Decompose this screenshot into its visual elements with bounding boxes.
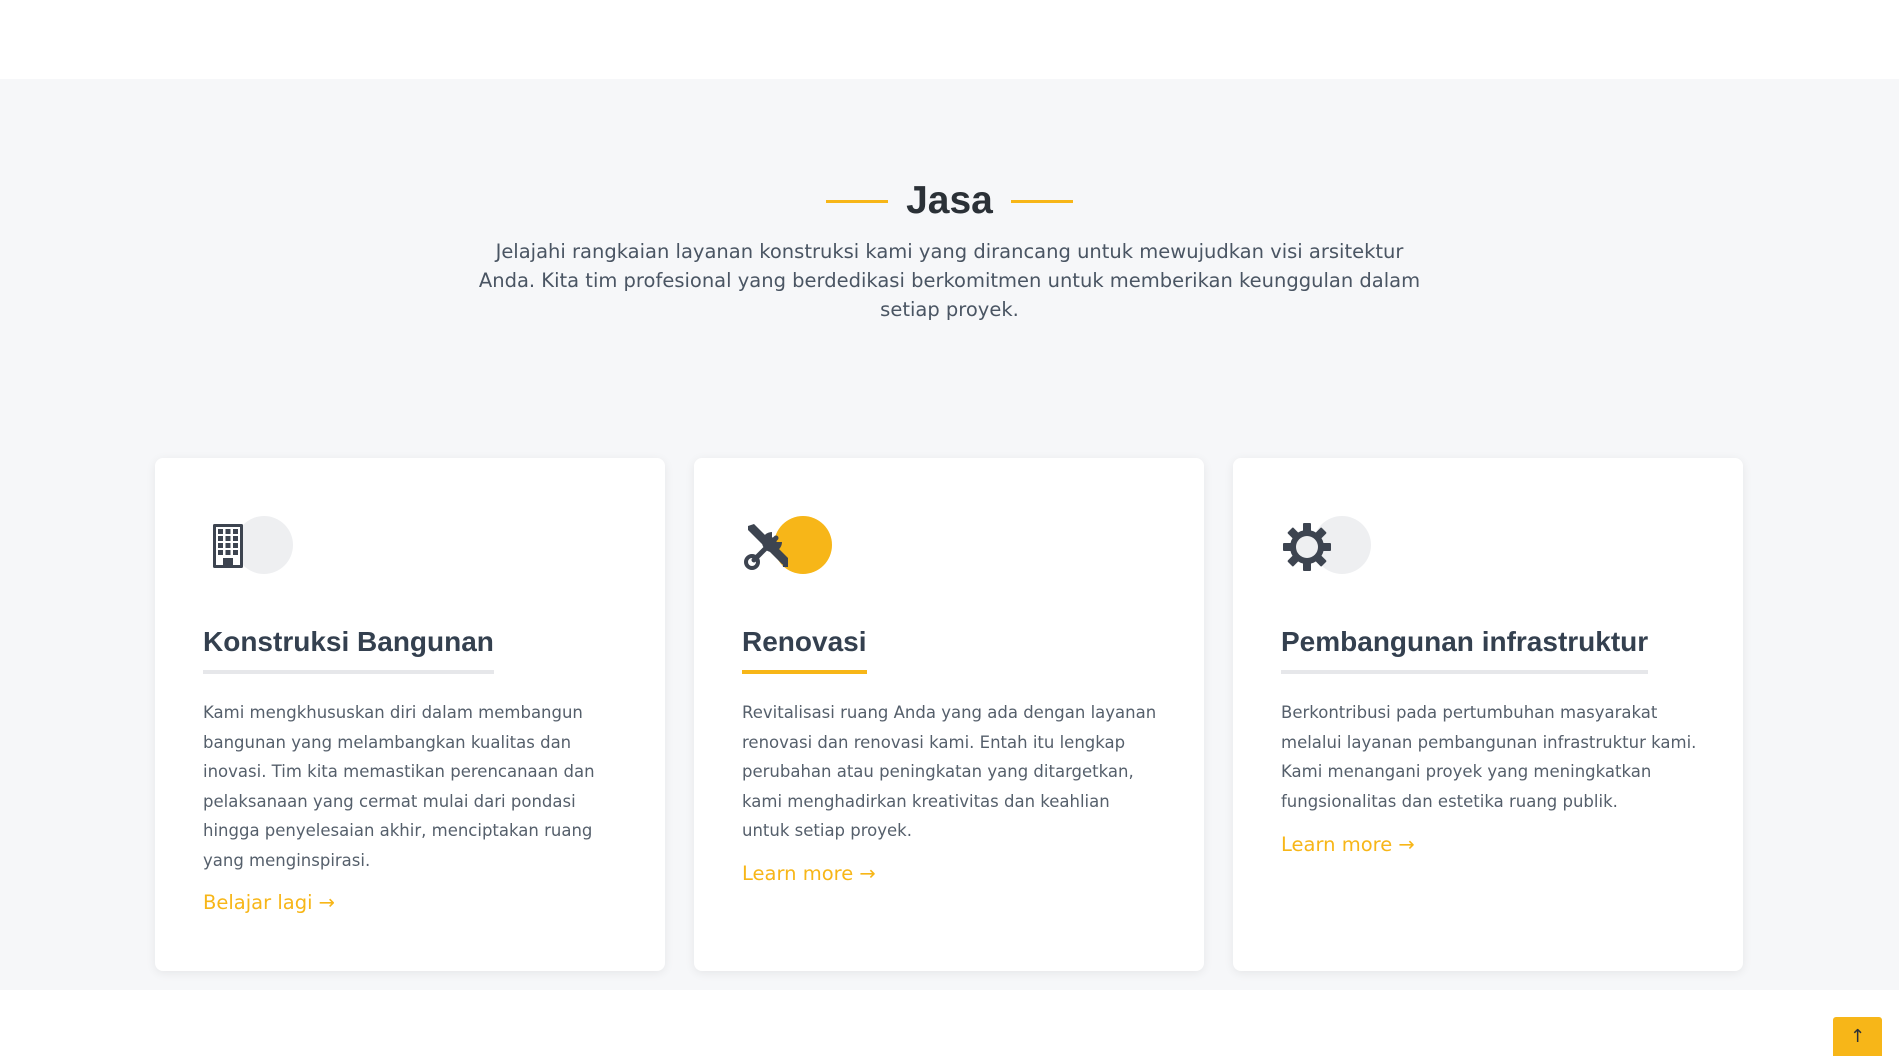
learn-more-link[interactable]: Learn more → (1281, 833, 1415, 856)
card-title: Konstruksi Bangunan (203, 626, 494, 674)
card-icon-wrap (742, 514, 832, 578)
link-label: Learn more (742, 862, 854, 885)
title-line-left (826, 199, 889, 203)
service-card-infrastruktur: Pembangunan infrastruktur Berkontribusi … (1233, 458, 1743, 971)
bottom-strip (0, 990, 1899, 1056)
link-label: Belajar lagi (203, 891, 313, 914)
services-section: Jasa Jelajahi rangkaian layanan konstruk… (0, 79, 1899, 990)
arrow-up-icon: ↑ (1849, 1026, 1866, 1047)
scroll-to-top-button[interactable]: ↑ (1833, 1017, 1882, 1056)
gear-icon (1283, 523, 1331, 571)
arrow-right-icon: → (1398, 833, 1415, 856)
top-strip (0, 0, 1899, 79)
learn-more-link[interactable]: Belajar lagi → (203, 891, 335, 914)
service-card-konstruksi: Konstruksi Bangunan Kami mengkhususkan d… (155, 458, 665, 971)
section-title: Jasa (906, 179, 993, 222)
link-label: Learn more (1281, 833, 1393, 856)
card-description: Berkontribusi pada pertumbuhan masyaraka… (1281, 703, 1697, 811)
tools-icon (744, 524, 788, 570)
title-line-right (1010, 199, 1073, 203)
building-icon (213, 524, 243, 568)
service-card-renovasi: Renovasi Revitalisasi ruang Anda yang ad… (694, 458, 1204, 971)
card-title: Pembangunan infrastruktur (1281, 626, 1649, 674)
arrow-right-icon: → (318, 891, 335, 914)
card-description: Revitalisasi ruang Anda yang ada dengan … (742, 703, 1157, 840)
section-title-row: Jasa (0, 179, 1899, 223)
arrow-right-icon: → (859, 862, 876, 885)
section-header: Jasa Jelajahi rangkaian layanan konstruk… (0, 179, 1899, 324)
card-description: Kami mengkhususkan diri dalam membangun … (203, 703, 595, 870)
learn-more-link[interactable]: Learn more → (742, 862, 876, 885)
card-icon-wrap (1281, 514, 1371, 578)
card-title: Renovasi (742, 626, 867, 674)
card-icon-wrap (203, 514, 293, 578)
section-subtitle: Jelajahi rangkaian layanan konstruksi ka… (478, 240, 1421, 321)
